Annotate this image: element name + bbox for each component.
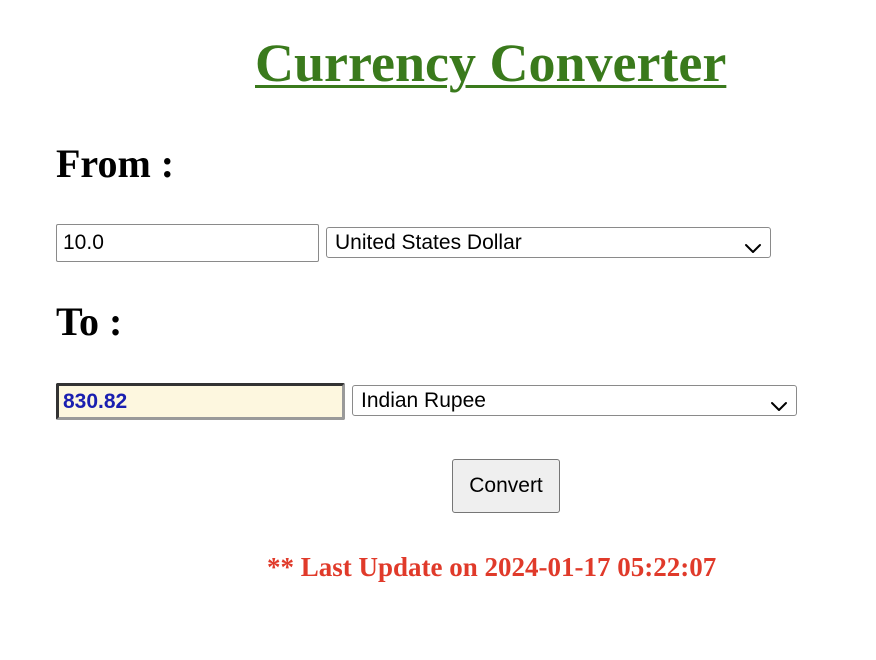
convert-button[interactable]: Convert bbox=[452, 459, 560, 513]
to-label: To : bbox=[56, 299, 123, 344]
from-amount-input[interactable] bbox=[56, 224, 319, 262]
from-label: From : bbox=[56, 141, 175, 186]
last-update-status: ** Last Update on 2024-01-17 05:22:07 bbox=[267, 552, 717, 582]
chevron-down-icon bbox=[744, 237, 762, 253]
to-amount-input[interactable] bbox=[56, 383, 345, 420]
to-currency-value: Indian Rupee bbox=[361, 388, 486, 412]
from-currency-value: United States Dollar bbox=[335, 230, 522, 254]
chevron-down-icon bbox=[770, 395, 788, 411]
page-title: Currency Converter bbox=[255, 33, 727, 93]
to-currency-select[interactable]: Indian Rupee bbox=[352, 385, 797, 416]
from-currency-select[interactable]: United States Dollar bbox=[326, 227, 771, 258]
